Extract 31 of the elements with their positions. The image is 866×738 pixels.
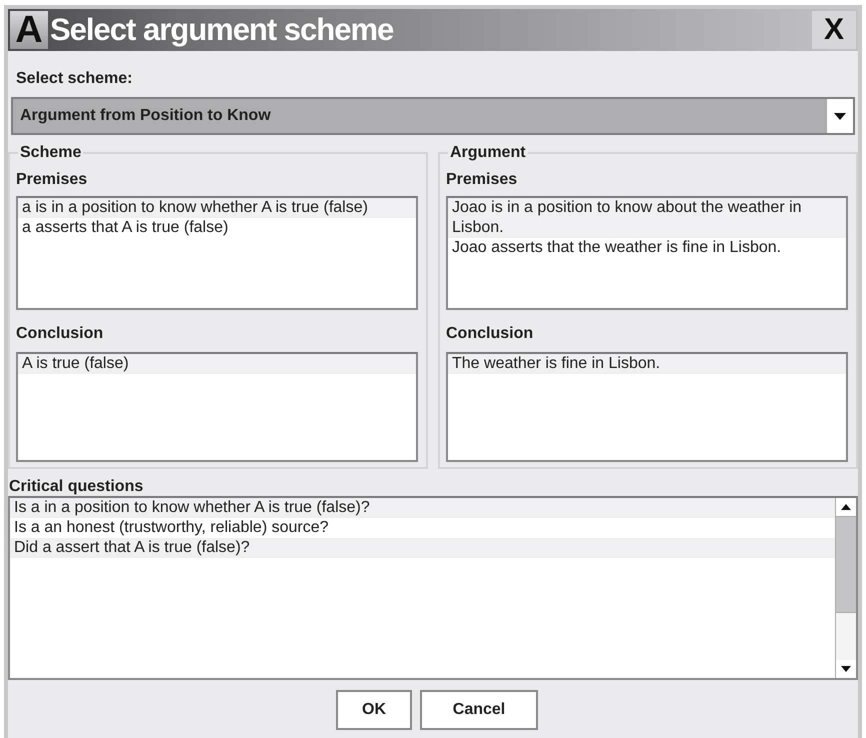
window-title: Select argument scheme xyxy=(50,12,394,48)
list-item[interactable]: Is a in a position to know whether A is true (false)? xyxy=(10,498,835,518)
premises-list[interactable]: Joao is in a position to know about the weather in Lisbon. Joao asserts that the weather is fine in Lisbon. xyxy=(446,196,848,310)
field-label: Critical questions xyxy=(9,478,144,496)
list-item[interactable]: Joao is in a position to know about the weather in Lisbon. xyxy=(448,198,846,238)
scroll-down-icon[interactable] xyxy=(840,665,852,673)
close-button[interactable]: X xyxy=(812,11,856,49)
list-item[interactable]: The weather is fine in Lisbon. xyxy=(448,354,846,374)
app-logo: A xyxy=(10,11,48,49)
scroll-up-icon[interactable] xyxy=(840,503,852,511)
list-item[interactable]: Joao asserts that the weather is fine in Lisbon. xyxy=(448,238,846,258)
field-label: Conclusion xyxy=(446,324,534,344)
scheme-dropdown[interactable]: Argument from Position to Know xyxy=(11,97,855,135)
field-label: Premises xyxy=(16,170,88,190)
scroll-bar[interactable] xyxy=(835,498,856,678)
ok-button[interactable]: OK xyxy=(336,690,412,730)
list-item[interactable]: Is a an honest (trustworthy, reliable) source? xyxy=(10,518,835,538)
list-item[interactable]: A is true (false) xyxy=(18,354,416,374)
field-label: Conclusion xyxy=(16,324,104,344)
premises-list[interactable]: a is in a position to know whether A is true (false) a asserts that A is true (false) xyxy=(16,196,418,310)
field-label: Select scheme: xyxy=(16,69,134,89)
questions-list[interactable]: Is a in a position to know whether A is true (false)? Is a an honest (trustworthy, reliable) source? Did a assert that A is true (false)? xyxy=(8,496,858,680)
conclusion-list[interactable]: A is true (false) xyxy=(16,352,418,462)
conclusion-list[interactable]: The weather is fine in Lisbon. xyxy=(446,352,848,462)
group-title: Argument xyxy=(448,143,528,163)
list-item[interactable]: Did a assert that A is true (false)? xyxy=(10,538,835,558)
list-item[interactable]: a is in a position to know whether A is true (false) xyxy=(18,198,416,218)
dropdown-arrow-icon[interactable] xyxy=(833,112,847,120)
cancel-button[interactable]: Cancel xyxy=(420,690,538,730)
field-label: Premises xyxy=(446,170,518,190)
list-item[interactable]: a asserts that A is true (false) xyxy=(18,218,416,238)
